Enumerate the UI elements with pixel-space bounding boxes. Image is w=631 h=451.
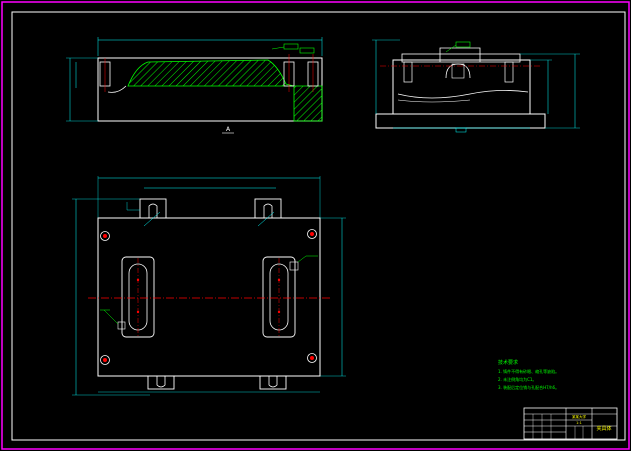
base-plate xyxy=(97,217,321,377)
title-scale: 1:1 xyxy=(576,421,582,425)
side-view xyxy=(372,39,580,133)
note-3: 3. 装配后定位销与孔配合H7/h6。 xyxy=(498,384,559,390)
title-drawing-name: 夹具体 xyxy=(596,425,611,432)
corner-hole-br xyxy=(307,353,317,363)
title-block: 某某大学 1:1 夹具体 xyxy=(523,407,618,440)
notes-heading: 技术要求 xyxy=(498,359,518,366)
cad-drawing: A 技术要求 1. 铸件不得有砂眼、缩孔等缺陷。 2. 未注倒角均为C1。 3.… xyxy=(1,1,630,450)
section-label: A xyxy=(226,126,231,133)
front-section-view: A xyxy=(66,37,323,134)
corner-hole-bl xyxy=(100,355,110,365)
note-1: 1. 铸件不得有砂眼、缩孔等缺陷。 xyxy=(498,368,559,374)
note-2: 2. 未注倒角均为C1。 xyxy=(498,376,536,382)
corner-hole-tr xyxy=(307,229,317,239)
hatched-section xyxy=(127,59,323,122)
technical-notes: 技术要求 1. 铸件不得有砂眼、缩孔等缺陷。 2. 未注倒角均为C1。 3. 装… xyxy=(498,359,559,390)
plan-view xyxy=(72,176,346,396)
title-company: 某某大学 xyxy=(572,414,586,419)
corner-hole-tl xyxy=(100,231,110,241)
